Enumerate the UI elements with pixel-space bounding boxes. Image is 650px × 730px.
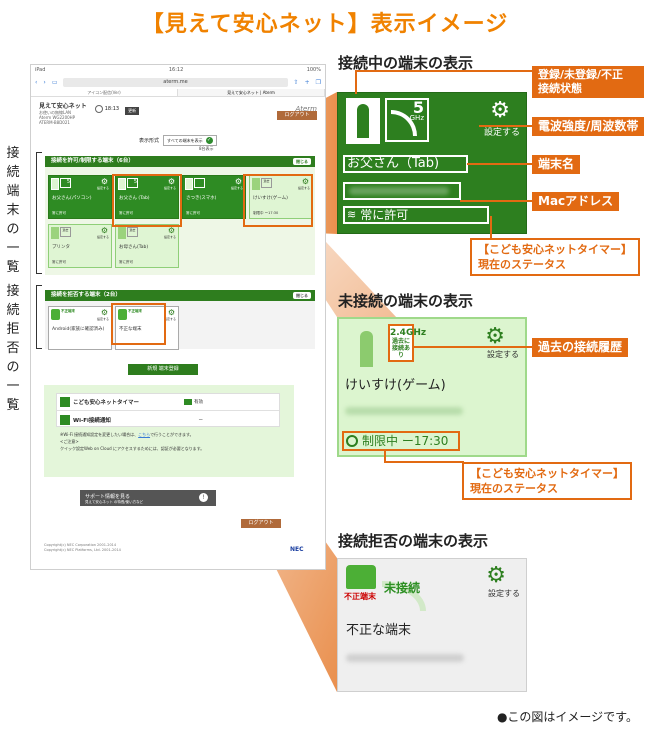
mac-address-blurred — [343, 182, 461, 200]
logout-button-bottom[interactable]: ログアウト — [241, 519, 281, 528]
share-icon[interactable]: ⇧ — [294, 79, 299, 86]
gear-icon[interactable]: ⚙ — [101, 309, 108, 317]
device-count: 8台表示 — [199, 146, 214, 151]
hand-stop-icon — [51, 309, 60, 320]
settings-panel: こども安心ネットタイマー 有効 Wi-Fi接続通知 ー ※Wi-Fi 接続通知設… — [44, 385, 294, 477]
highlight-connected — [112, 174, 182, 227]
allow-section-header: 接続を許可/制限する端末（6台） 閉じる — [45, 156, 315, 167]
clock-icon — [94, 105, 103, 113]
highlight-denied — [111, 303, 166, 345]
footnote: ●この図はイメージです。 — [496, 710, 638, 724]
clock: 18:13 — [94, 105, 119, 113]
history-icon: 過去 — [127, 227, 138, 237]
browser-tabs: アイコン配信(Ver) 見えて安心ネット | Aterm — [31, 89, 325, 97]
settings-link[interactable]: こちら — [138, 432, 150, 437]
info-icon: ! — [199, 493, 208, 502]
deny-list-brace — [36, 285, 42, 349]
gear-icon[interactable]: ⚙ — [490, 100, 510, 122]
timer-icon — [60, 397, 70, 407]
wifi-icon — [194, 178, 205, 188]
callout-signal-band: 電波強度/周波数帯 — [532, 117, 645, 136]
gear-icon[interactable]: ⚙ — [235, 178, 242, 186]
tabs-icon[interactable]: ❐ — [316, 79, 321, 86]
browser-toolbar: ‹ › ▭ aterm.me ⇧ + ❐ — [31, 75, 325, 89]
settings-note: ※Wi-Fi 接続通知設定を変更したい場合は、こちらで行うことができます。 <ご… — [60, 432, 205, 451]
connection-history-icon: 2.4GHz 過去に 接続あり — [388, 324, 426, 362]
heading-denied: 接続拒否の端末の表示 — [338, 532, 489, 550]
heading-disconnected: 未接続の端末の表示 — [338, 292, 474, 310]
hand-stop-icon — [346, 565, 376, 589]
check-icon: ✓ — [205, 137, 213, 144]
callout-timer-status-2: 【こども安心ネットタイマー】 現在のステータス — [462, 462, 632, 500]
device-card[interactable]: 過去 ⚙ 設定する プリンタ 常に許可 — [48, 224, 112, 268]
gear-icon[interactable]: ⚙ — [168, 227, 175, 235]
update-button[interactable]: 更新 — [125, 107, 140, 115]
gear-icon[interactable]: ⚙ — [101, 227, 108, 235]
page-title: 見えて安心ネット — [39, 103, 87, 110]
device-name: お父さん（Tab) — [343, 155, 468, 173]
device-card[interactable]: ⚙ 設定する さつき(スマホ) 常に許可 — [182, 175, 246, 219]
gear-icon[interactable]: ⚙ — [101, 178, 108, 186]
support-button[interactable]: サポート情報を見る 見えて安心ネット の特長/使い方など ! — [80, 490, 216, 506]
restricted-icon — [346, 435, 358, 447]
nec-logo: NEC — [290, 546, 304, 553]
timer-toggle[interactable] — [184, 399, 192, 405]
mail-icon — [60, 414, 70, 425]
logout-button[interactable]: ログアウト — [277, 111, 317, 120]
registered-person-icon — [346, 98, 380, 144]
registered-icon — [118, 227, 126, 239]
bookmarks-icon[interactable]: ▭ — [52, 79, 58, 86]
back-icon[interactable]: ‹ — [35, 79, 37, 86]
wifi-signal-icon: 5 GHz — [385, 98, 429, 142]
mac-address-blurred — [346, 654, 464, 662]
wifi-5ghz-icon: 5 — [60, 178, 71, 188]
registered-person-icon — [351, 327, 381, 371]
denied-device-card[interactable]: 不正端末 ⚙ 設定する Android(家族に確認済み) — [48, 306, 112, 350]
allow-close-button[interactable]: 閉じる — [293, 158, 311, 165]
gear-icon[interactable]: ⚙ — [486, 565, 506, 587]
not-connected-label: 未接続 — [384, 581, 421, 595]
callout-device-name: 端末名 — [532, 155, 581, 174]
device-name: 不正な端末 — [346, 623, 412, 638]
denied-device-card[interactable]: 不正端末 未接続 ⚙ 設定する 不正な端末 — [337, 558, 527, 692]
wifi-notify-row: Wi-Fi接続通知 ー — [57, 411, 279, 428]
callout-history: 過去の接続履歴 — [532, 338, 629, 357]
deny-close-button[interactable]: 閉じる — [293, 292, 311, 299]
tab-item-active[interactable]: 見えて安心ネット | Aterm — [178, 89, 325, 96]
deny-section-header: 接続を拒否する端末（2台） 閉じる — [45, 290, 315, 301]
callout-registration-status: 登録/未登録/不正 接続状態 — [532, 66, 644, 98]
callout-timer-status-1: 【こども安心ネットタイマー】 現在のステータス — [470, 238, 640, 276]
settings-table: こども安心ネットタイマー 有効 Wi-Fi接続通知 ー — [56, 393, 280, 427]
url-field[interactable]: aterm.me — [63, 77, 288, 87]
timer-status: 制限中 ー17:30 — [342, 431, 460, 451]
device-name: けいすけ(ゲーム) — [345, 378, 446, 393]
tab-item[interactable]: アイコン配信(Ver) — [31, 89, 178, 96]
registered-icon — [51, 178, 59, 190]
highlight-disconnected — [243, 174, 313, 227]
timer-row: こども安心ネットタイマー 有効 — [57, 394, 279, 411]
device-card[interactable]: 5 ⚙ 設定する お父さん(パソコン) 常に許可 — [48, 175, 112, 219]
mac-address-blurred — [345, 407, 463, 415]
disconnected-device-card[interactable]: 2.4GHz 過去に 接続あり ⚙ 設定する けいすけ(ゲーム) 制限中 ー17… — [337, 317, 527, 457]
add-device-button[interactable]: 新規 端末登録 — [128, 364, 198, 375]
wifi-small-icon: ≋ — [347, 208, 357, 221]
history-icon: 過去 — [60, 227, 71, 237]
registered-icon — [51, 227, 59, 239]
add-tab-icon[interactable]: + — [305, 79, 310, 86]
ios-status-bar: iPad 16:12 100% — [35, 67, 321, 73]
gear-icon[interactable]: ⚙ — [485, 326, 505, 348]
allow-list-brace — [36, 152, 42, 274]
callout-mac: Macアドレス — [532, 192, 620, 211]
label-allow-list: 接続端末の一覧 — [6, 146, 20, 275]
gear-icon[interactable]: ⚙ — [168, 309, 175, 317]
display-filter-select[interactable]: すべての端末を表示 ✓ — [163, 135, 217, 146]
forward-icon[interactable]: › — [43, 79, 45, 86]
copyright: Copyright(c) NEC Corporation 2001-2014 C… — [44, 543, 121, 552]
registered-icon — [185, 178, 193, 190]
label-deny-list: 接続拒否の一覧 — [6, 284, 20, 413]
filter-row: 表示形式 すべての端末を表示 ✓ — [139, 135, 217, 146]
device-card[interactable]: 過去 ⚙ 設定する お母さん(Tab) 常に許可 — [115, 224, 179, 268]
timer-status: ≋ 常に許可 — [343, 206, 489, 224]
